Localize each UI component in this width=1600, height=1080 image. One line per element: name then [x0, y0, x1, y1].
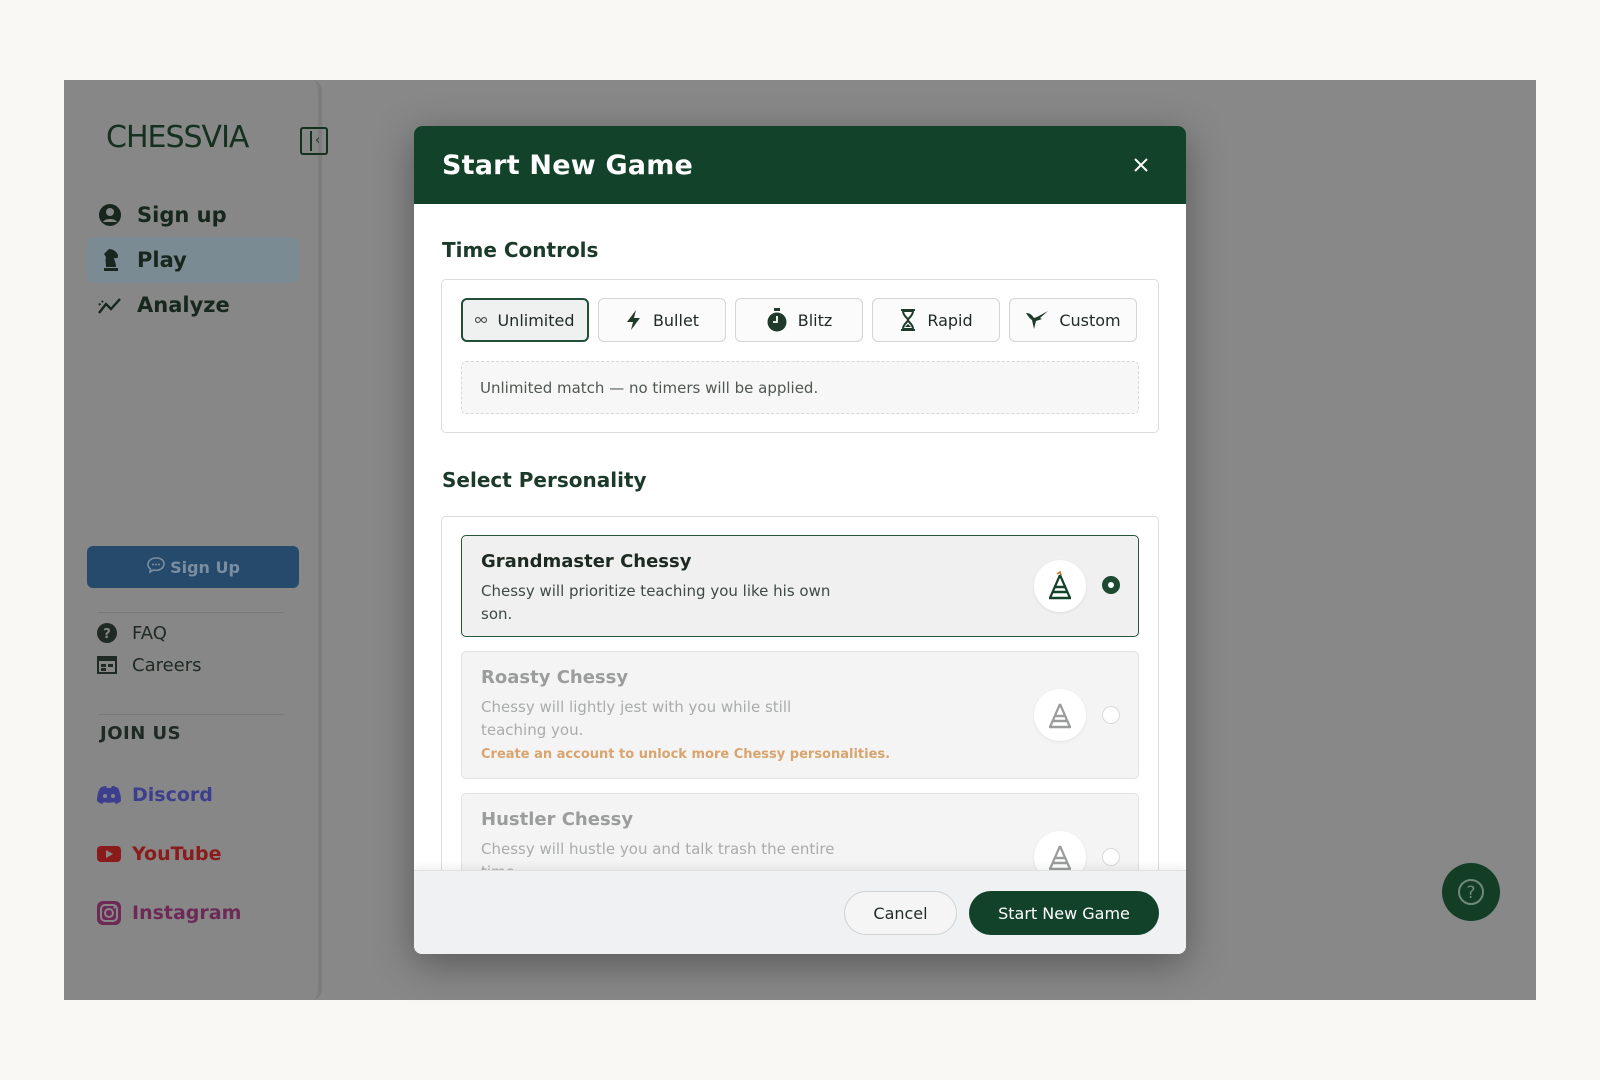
hourglass-icon — [899, 309, 917, 331]
personality-description: Chessy will lightly jest with you while … — [481, 698, 792, 739]
youtube-link[interactable]: YouTube — [96, 841, 221, 867]
dialog-body[interactable]: Time Controls Unlimited Bullet Blitz Rap… — [414, 204, 1186, 870]
close-icon[interactable] — [1130, 154, 1152, 176]
chessy-logo-icon — [1048, 570, 1072, 600]
collapse-sidebar-button[interactable]: ‹ — [300, 127, 328, 155]
help-button[interactable]: ? — [1442, 863, 1500, 921]
start-new-game-dialog: Start New Game Time Controls Unlimited B… — [414, 126, 1186, 954]
time-control-label: Rapid — [927, 310, 973, 330]
divider — [98, 612, 284, 613]
chessvia-logo-icon — [250, 137, 256, 139]
instagram-label: Instagram — [132, 902, 242, 924]
personality-option-grandmaster[interactable]: Grandmaster Chessy Chessy will prioritiz… — [461, 535, 1139, 637]
chevron-left-icon: ‹ — [315, 133, 321, 148]
cancel-button[interactable]: Cancel — [844, 891, 957, 935]
faq-link[interactable]: ? FAQ — [96, 622, 167, 644]
start-new-game-button[interactable]: Start New Game — [969, 891, 1159, 935]
dialog-footer: Cancel Start New Game — [414, 870, 1186, 954]
chessy-logo-icon — [1048, 703, 1072, 729]
personality-option-roasty[interactable]: Roasty Chessy Chessy will lightly jest w… — [461, 651, 1139, 779]
time-control-label: Bullet — [652, 310, 700, 330]
chat-bubble-icon — [146, 556, 166, 578]
dialog-title: Start New Game — [442, 149, 694, 181]
question-circle-icon: ? — [96, 622, 118, 644]
chessy-avatar — [1034, 560, 1086, 612]
help-icon: ? — [1458, 879, 1484, 905]
instagram-link[interactable]: Instagram — [96, 900, 241, 926]
time-controls-heading: Time Controls — [442, 238, 599, 262]
time-control-blitz[interactable]: Blitz — [735, 298, 863, 342]
calendar-table-icon — [96, 654, 118, 676]
personality-option-hustler[interactable]: Hustler Chessy Chessy will hustle you an… — [461, 793, 1139, 870]
personality-description: Chessy will hustle you and talk trash th… — [481, 840, 835, 870]
discord-link[interactable]: Discord — [96, 782, 213, 808]
discord-label: Discord — [132, 784, 213, 806]
nav-label: Sign up — [137, 203, 227, 227]
knight-icon — [97, 247, 123, 273]
brand-name: CHESSVIA — [106, 120, 249, 155]
time-control-custom[interactable]: Custom — [1009, 298, 1137, 342]
svg-text:?: ? — [103, 627, 111, 642]
divider — [98, 714, 284, 715]
chessy-avatar — [1034, 831, 1086, 870]
nav-item-play[interactable]: Play — [87, 237, 299, 283]
sidebar: CHESSVIA ‹ Sign up Play Analyze Sign Up … — [64, 80, 328, 1000]
hummingbird-icon — [1025, 310, 1049, 330]
personality-radio[interactable] — [1102, 576, 1120, 594]
svg-text:?: ? — [1466, 883, 1475, 903]
infinity-icon — [475, 316, 488, 324]
personality-list: Grandmaster Chessy Chessy will prioritiz… — [441, 516, 1159, 870]
nav-label: Analyze — [137, 293, 230, 317]
youtube-icon — [96, 841, 122, 867]
personality-radio[interactable] — [1102, 706, 1120, 724]
time-control-label: Unlimited — [497, 310, 575, 330]
careers-link[interactable]: Careers — [96, 654, 202, 676]
nav-item-sign-up[interactable]: Sign up — [87, 192, 299, 238]
chart-line-icon — [97, 292, 123, 318]
personality-name: Roasty Chessy — [481, 667, 629, 688]
personality-radio[interactable] — [1102, 848, 1120, 866]
youtube-label: YouTube — [132, 843, 222, 865]
nav-label: Play — [137, 248, 187, 272]
time-control-unlimited[interactable]: Unlimited — [461, 298, 589, 342]
personality-description: Chessy will prioritize teaching you like… — [481, 582, 831, 623]
time-control-label: Blitz — [797, 310, 833, 330]
user-circle-icon — [97, 202, 123, 228]
chessy-avatar — [1034, 689, 1086, 741]
panel-divider-icon — [310, 131, 312, 151]
faq-label: FAQ — [132, 622, 167, 644]
join-us-heading: JOIN US — [100, 723, 182, 744]
time-control-label: Custom — [1059, 310, 1121, 330]
stopwatch-icon — [766, 308, 788, 332]
brand-logo[interactable]: CHESSVIA — [106, 120, 256, 155]
sign-up-cta-button[interactable]: Sign Up — [87, 546, 299, 588]
personality-heading: Select Personality — [442, 468, 647, 492]
lightning-icon — [625, 309, 643, 331]
dialog-header: Start New Game — [414, 126, 1186, 204]
unlock-personality-note[interactable]: Create an account to unlock more Chessy … — [481, 747, 890, 762]
chessy-logo-icon — [1048, 845, 1072, 870]
time-controls-panel: Unlimited Bullet Blitz Rapid Custom Unli… — [441, 279, 1159, 433]
time-control-description: Unlimited match — no timers will be appl… — [461, 361, 1139, 414]
time-control-rapid[interactable]: Rapid — [872, 298, 1000, 342]
sign-up-cta-label: Sign Up — [170, 557, 240, 577]
nav-item-analyze[interactable]: Analyze — [87, 282, 299, 328]
instagram-icon — [96, 900, 122, 926]
discord-icon — [96, 782, 122, 808]
careers-label: Careers — [132, 654, 202, 676]
personality-name: Grandmaster Chessy — [481, 551, 692, 572]
time-control-bullet[interactable]: Bullet — [598, 298, 726, 342]
personality-name: Hustler Chessy — [481, 809, 634, 830]
